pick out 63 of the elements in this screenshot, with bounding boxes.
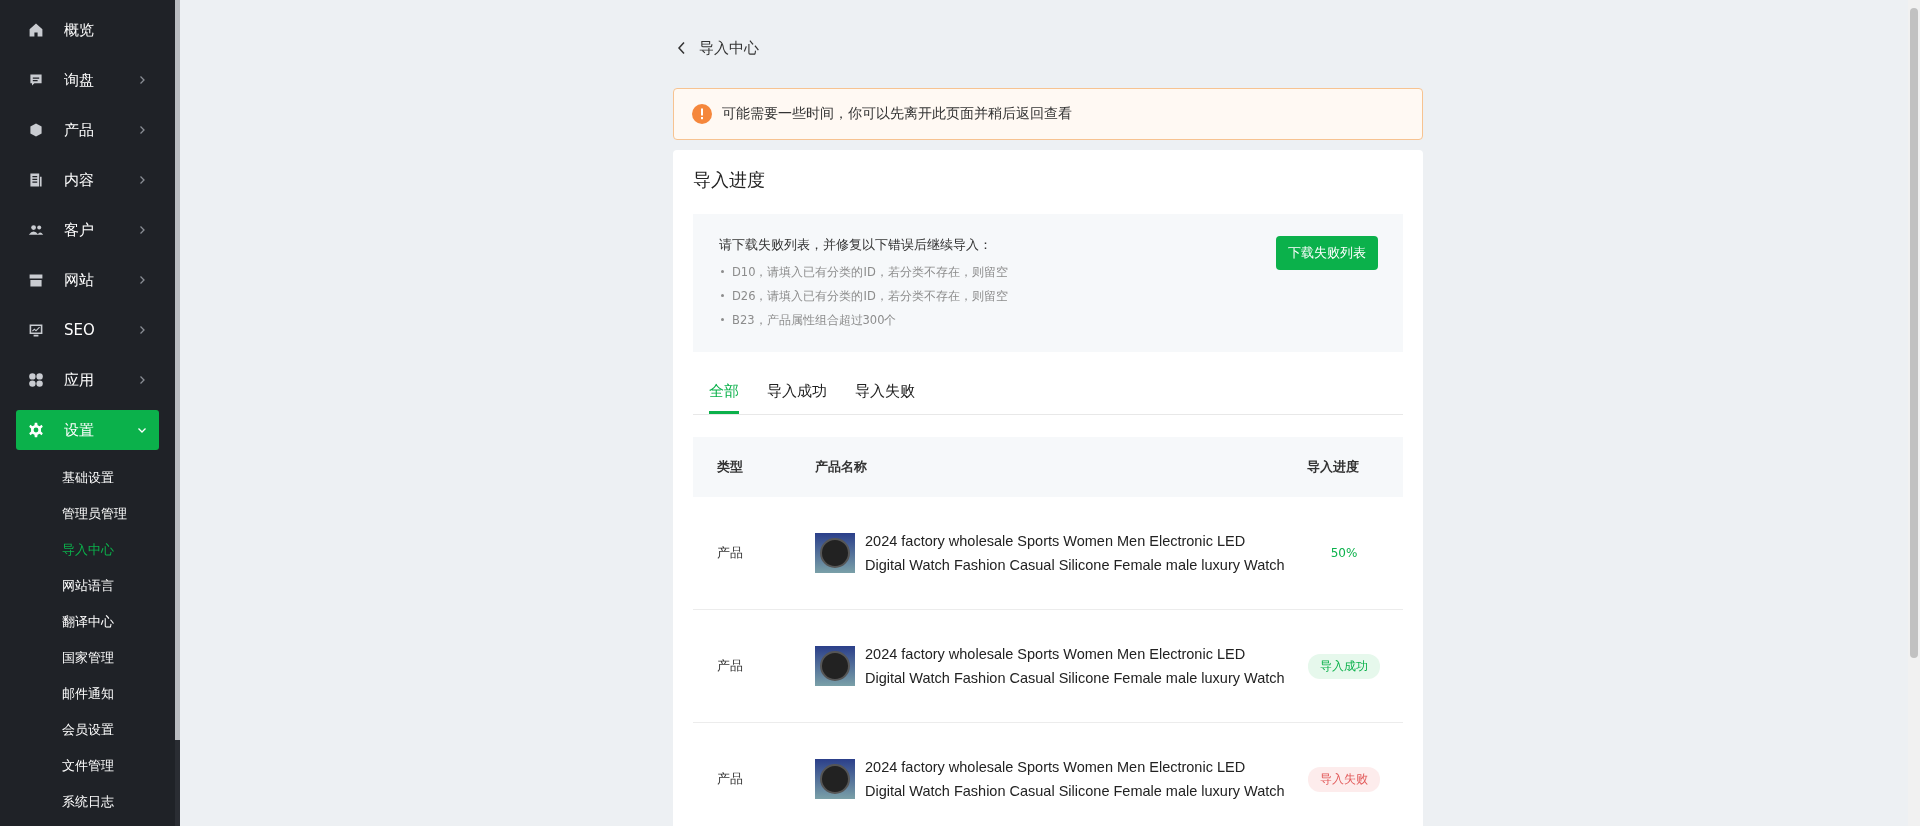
tab[interactable]: 导入失败 [855,382,915,414]
chevron-right-icon [137,375,147,385]
card-title: 导入进度 [693,168,766,192]
submenu-item[interactable]: 邮件通知 [0,676,175,712]
submenu-item[interactable]: 翻译中心 [0,604,175,640]
status-badge: 导入成功 [1308,653,1380,679]
product-name: 2024 factory wholesale Sports Women Men Electronic LED Digital Watch Fashion Casual Silicone Female male luxury Watch [865,758,1285,801]
column-header: 产品名称 [815,458,868,476]
sidebar-item[interactable]: 内容 [16,160,159,200]
submenu-item[interactable]: 管理员管理 [0,496,175,532]
product-name: 2024 factory wholesale Sports Women Men Electronic LED Digital Watch Fashion Casual Silicone Female male luxury Watch [865,532,1285,575]
home-icon [28,22,44,38]
sidebar-item[interactable]: 询盘 [16,60,159,100]
column-header: 导入进度 [1306,458,1360,476]
page-title: 导入中心 [699,38,759,58]
status-badge: 导入失败 [1308,766,1380,792]
cube-icon [28,122,44,138]
sidebar-item[interactable]: 应用 [16,360,159,400]
sidebar-item[interactable]: 概览 [16,10,159,50]
monitor-icon [28,322,44,338]
photo-placeholder [815,646,855,686]
sidebar-item[interactable]: 网站 [16,260,159,300]
error-item: D26，请填入已有分类的ID，若分类不存在，则留空 [719,284,1008,308]
submenu-item[interactable]: 会员设置 [0,712,175,748]
chat-icon [28,72,44,88]
gear-icon [28,422,44,438]
progress-text: 50% [1329,545,1359,562]
table-cell-text: 产品 [716,657,744,675]
error-item: D10，请填入已有分类的ID，若分类不存在，则留空 [719,260,1008,284]
submenu-item[interactable]: 导入中心 [0,532,175,568]
chevron-right-icon [137,325,147,335]
scrollbar-thumb[interactable] [1910,8,1918,658]
tab[interactable]: 导入成功 [767,382,827,414]
alert-text: 可能需要一些时间，你可以先离开此页面并稍后返回查看 [722,105,1072,123]
back-link[interactable]: 导入中心 [677,28,759,68]
sidebar-item[interactable]: SEO [16,310,159,350]
chevron-right-icon [137,225,147,235]
error-heading: 请下载失败列表，并修复以下错误后继续导入： [719,236,993,254]
photo-placeholder [815,533,855,573]
column-header: 类型 [716,458,744,476]
scrollbar-thumb[interactable] [175,0,180,740]
submenu-item[interactable]: 文件管理 [0,748,175,784]
warning-icon [692,104,712,124]
product-name: 2024 factory wholesale Sports Women Men Electronic LED Digital Watch Fashion Casual Silicone Female male luxury Watch [865,645,1285,688]
doc-icon [28,172,44,188]
submenu-item[interactable]: 国家管理 [0,640,175,676]
submenu-item[interactable]: 网站语言 [0,568,175,604]
chevron-right-icon [137,175,147,185]
chevron-down-icon [137,425,147,435]
table-cell-text: 产品 [716,544,744,562]
sidebar-item[interactable]: 客户 [16,210,159,250]
chevron-right-icon [137,275,147,285]
photo-placeholder [815,759,855,799]
people-icon [28,222,44,238]
chevron-right-icon [137,75,147,85]
error-item: B23，产品属性组合超过300个 [719,308,1008,332]
store-icon [28,272,44,288]
submenu-item[interactable]: 系统日志 [0,784,175,820]
chevron-right-icon [137,125,147,135]
sidebar-item[interactable]: 产品 [16,110,159,150]
submenu-item[interactable]: 基础设置 [0,460,175,496]
table-cell-text: 产品 [716,770,744,788]
apps-icon [28,372,44,388]
